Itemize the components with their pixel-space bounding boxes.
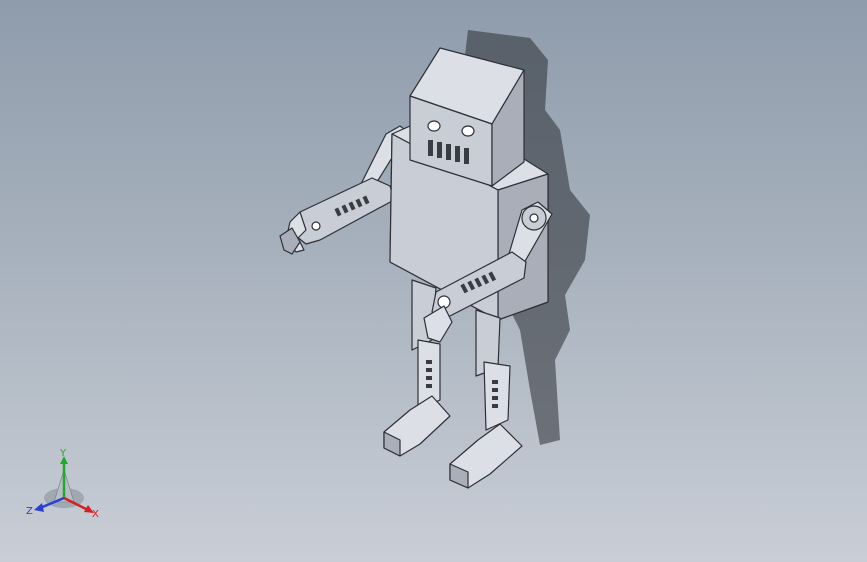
x-axis-label: X [92, 509, 99, 520]
right-leg[interactable] [449, 309, 523, 489]
left-arm[interactable] [279, 125, 409, 255]
right-eye-icon [461, 125, 475, 137]
left-eye-icon [427, 120, 441, 132]
graphics-viewport[interactable]: Y X Z [0, 0, 867, 562]
head[interactable] [409, 47, 525, 187]
robot-model[interactable] [0, 0, 867, 562]
z-axis-label: Z [26, 506, 33, 517]
y-axis-label: Y [59, 448, 67, 459]
axis-triad: Y X Z [26, 448, 99, 520]
